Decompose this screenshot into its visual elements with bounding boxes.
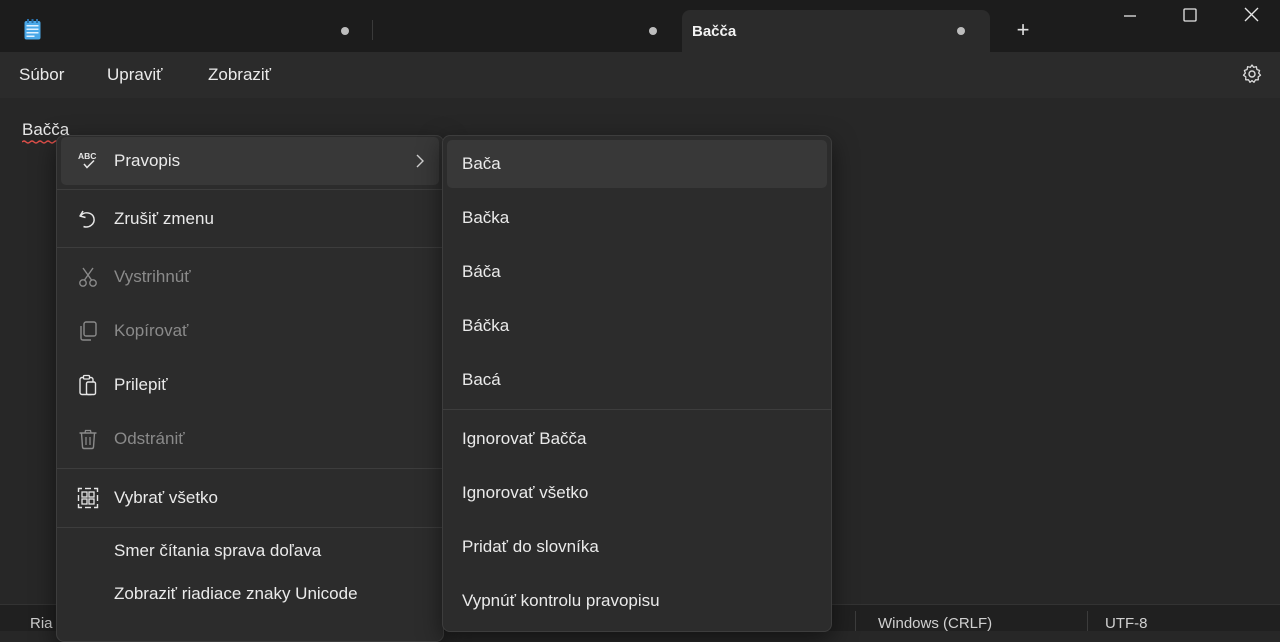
minimize-button[interactable] (1100, 0, 1160, 32)
spelling-suggestion[interactable]: Bača (447, 140, 827, 188)
context-item-cut[interactable]: Vystrihnúť (61, 253, 439, 301)
spelling-ignore-word[interactable]: Ignorovať Bačča (447, 415, 827, 463)
spelling-action-label: Ignorovať všetko (462, 483, 589, 502)
tab-active-title: Bačča (692, 23, 737, 40)
suggestion-label: Báča (462, 262, 501, 281)
context-item-label: Zobraziť riadiace znaky Unicode (114, 584, 358, 603)
context-item-copy[interactable]: Kopírovať (61, 307, 439, 355)
suggestion-label: Bača (462, 154, 501, 173)
spellcheck-icon: ABC (78, 151, 96, 169)
context-item-label: Odstrániť (114, 429, 185, 448)
menu-divider (443, 409, 831, 410)
context-item-label: Prilepiť (114, 375, 168, 394)
undo-icon (79, 210, 95, 228)
context-item-label: Zrušiť zmenu (114, 209, 214, 228)
spelling-suggestion[interactable]: Bačka (447, 194, 827, 242)
menu-view[interactable]: Zobraziť (208, 65, 271, 85)
context-item-label: Vystrihnúť (114, 267, 191, 286)
paste-icon (79, 374, 97, 396)
delete-icon (79, 429, 97, 450)
unsaved-dot-icon (341, 27, 349, 35)
menu-divider (57, 247, 443, 248)
context-item-label: Vybrať všetko (114, 488, 219, 507)
context-item-select-all[interactable]: Vybrať všetko (61, 474, 439, 522)
suggestion-label: Bačka (462, 208, 510, 227)
spelling-ignore-all[interactable]: Ignorovať všetko (447, 469, 827, 517)
line-ending-status[interactable]: Windows (CRLF) (878, 615, 992, 632)
context-item-label: Pravopis (114, 151, 181, 170)
tab-active[interactable]: Bačča (682, 10, 990, 52)
close-window-button[interactable] (1220, 0, 1280, 32)
gear-icon[interactable] (1241, 63, 1263, 85)
spelling-suggestion[interactable]: Bacá (447, 356, 827, 404)
new-tab-button[interactable]: + (1011, 19, 1035, 43)
unsaved-dot-icon (957, 27, 965, 35)
tab-1[interactable] (60, 10, 370, 52)
spelling-action-label: Ignorovať Bačča (462, 429, 587, 448)
spelling-action-label: Vypnúť kontrolu pravopisu (462, 591, 660, 610)
context-menu: ABC Pravopis Zrušiť zmenu Vystrihnúť Kop… (56, 135, 444, 642)
cursor-position: Ria (30, 615, 53, 632)
spelling-add-to-dictionary[interactable]: Pridať do slovníka (447, 523, 827, 571)
maximize-button[interactable] (1160, 0, 1220, 32)
context-item-show-unicode-control[interactable]: Zobraziť riadiace znaky Unicode (61, 572, 439, 616)
context-item-rtl-reading[interactable]: Smer čítania sprava doľava (61, 529, 439, 573)
spelling-suggestion[interactable]: Báčka (447, 302, 827, 350)
menu-bar: Súbor Upraviť Zobraziť (0, 52, 1280, 98)
context-item-undo[interactable]: Zrušiť zmenu (61, 195, 439, 243)
suggestion-label: Báčka (462, 316, 510, 335)
menu-divider (57, 527, 443, 528)
context-item-delete[interactable]: Odstrániť (61, 415, 439, 463)
context-item-label: Kopírovať (114, 321, 189, 340)
menu-divider (57, 468, 443, 469)
svg-text:ABC: ABC (78, 151, 96, 161)
chevron-right-icon (416, 154, 424, 168)
status-divider (1087, 611, 1088, 631)
cut-icon (79, 267, 97, 287)
context-item-label: Smer čítania sprava doľava (114, 541, 322, 560)
spelling-suggestion[interactable]: Báča (447, 248, 827, 296)
menu-file[interactable]: Súbor (19, 65, 64, 85)
menu-divider (57, 189, 443, 190)
tab-2[interactable] (374, 10, 679, 52)
menu-edit[interactable]: Upraviť (107, 65, 163, 85)
context-item-paste[interactable]: Prilepiť (61, 361, 439, 409)
copy-icon (80, 321, 97, 341)
status-divider (855, 611, 856, 631)
title-bar: Bačča + (0, 0, 1280, 52)
tab-divider (372, 20, 373, 40)
context-item-spelling[interactable]: ABC Pravopis (61, 137, 439, 185)
suggestion-label: Bacá (462, 370, 501, 389)
unsaved-dot-icon (649, 27, 657, 35)
spelling-turn-off[interactable]: Vypnúť kontrolu pravopisu (447, 577, 827, 625)
notepad-app-icon (24, 19, 41, 40)
select-all-icon (77, 487, 99, 509)
spelling-submenu: Bača Bačka Báča Báčka Bacá Ignorovať Bač… (442, 135, 832, 632)
encoding-status[interactable]: UTF-8 (1105, 615, 1148, 632)
spelling-action-label: Pridať do slovníka (462, 537, 599, 556)
